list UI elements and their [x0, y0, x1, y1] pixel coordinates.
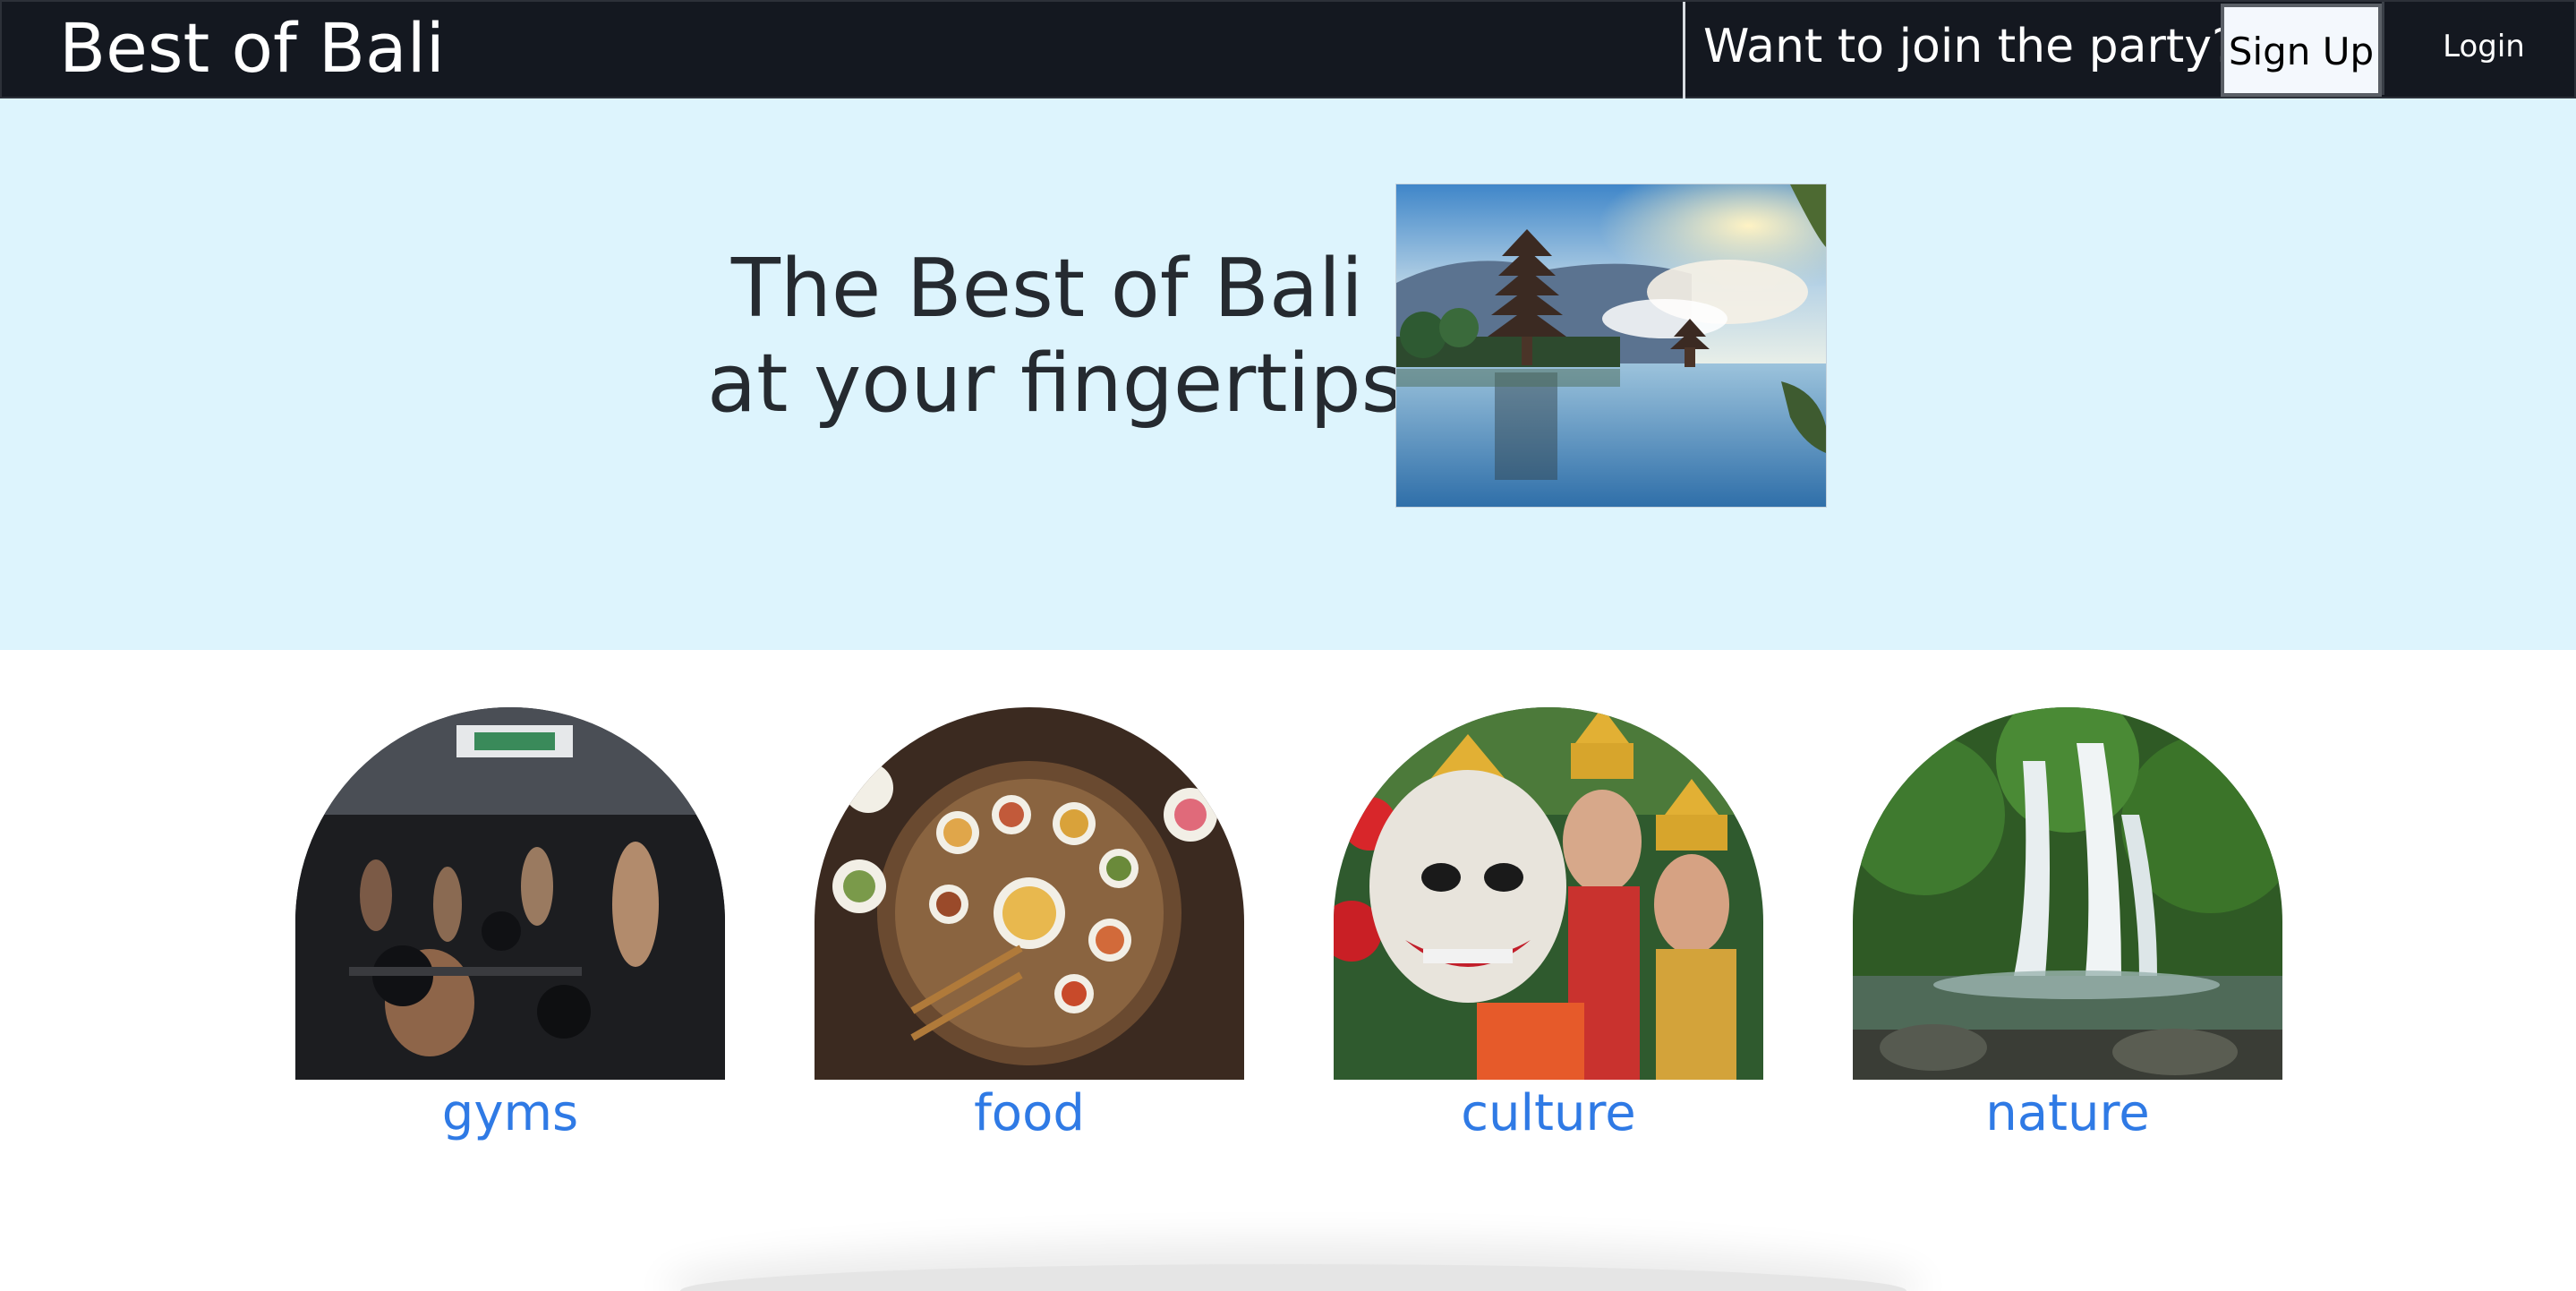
- top-navbar: Best of Bali Want to join the party? Sig…: [0, 0, 2576, 98]
- sign-up-button[interactable]: Sign Up: [2221, 4, 2382, 97]
- category-nature[interactable]: nature: [1853, 707, 2282, 1141]
- hero-title-line-2: at your fingertips: [707, 337, 1403, 431]
- page: Best of Bali Want to join the party? Sig…: [0, 0, 2576, 1291]
- culture-link[interactable]: culture: [1334, 1087, 1763, 1141]
- hero-section: The Best of Bali at your fingertips: [0, 98, 2576, 650]
- join-party-text: Want to join the party?: [1703, 20, 2237, 73]
- login-button[interactable]: Login: [2382, 2, 2576, 95]
- nature-link[interactable]: nature: [1853, 1087, 2282, 1141]
- category-gyms[interactable]: gyms: [295, 707, 725, 1141]
- category-food[interactable]: food: [815, 707, 1244, 1141]
- gyms-link[interactable]: gyms: [295, 1087, 725, 1141]
- nav-auth-area: Want to join the party? Sign Up Login: [1683, 2, 2576, 98]
- nature-image[interactable]: [1853, 707, 2282, 1080]
- culture-image[interactable]: [1334, 707, 1763, 1080]
- food-link[interactable]: food: [815, 1087, 1244, 1141]
- gyms-image[interactable]: [295, 707, 725, 1080]
- hero-title-line-1: The Best of Bali: [730, 242, 1364, 336]
- hero-temple-image: [1396, 184, 1826, 507]
- food-image[interactable]: [815, 707, 1244, 1080]
- hero-title: The Best of Bali at your fingertips: [707, 242, 1403, 432]
- brand-logo[interactable]: Best of Bali: [59, 4, 445, 93]
- category-culture[interactable]: culture: [1334, 707, 1763, 1141]
- bottom-card-shadow: [680, 1264, 1906, 1291]
